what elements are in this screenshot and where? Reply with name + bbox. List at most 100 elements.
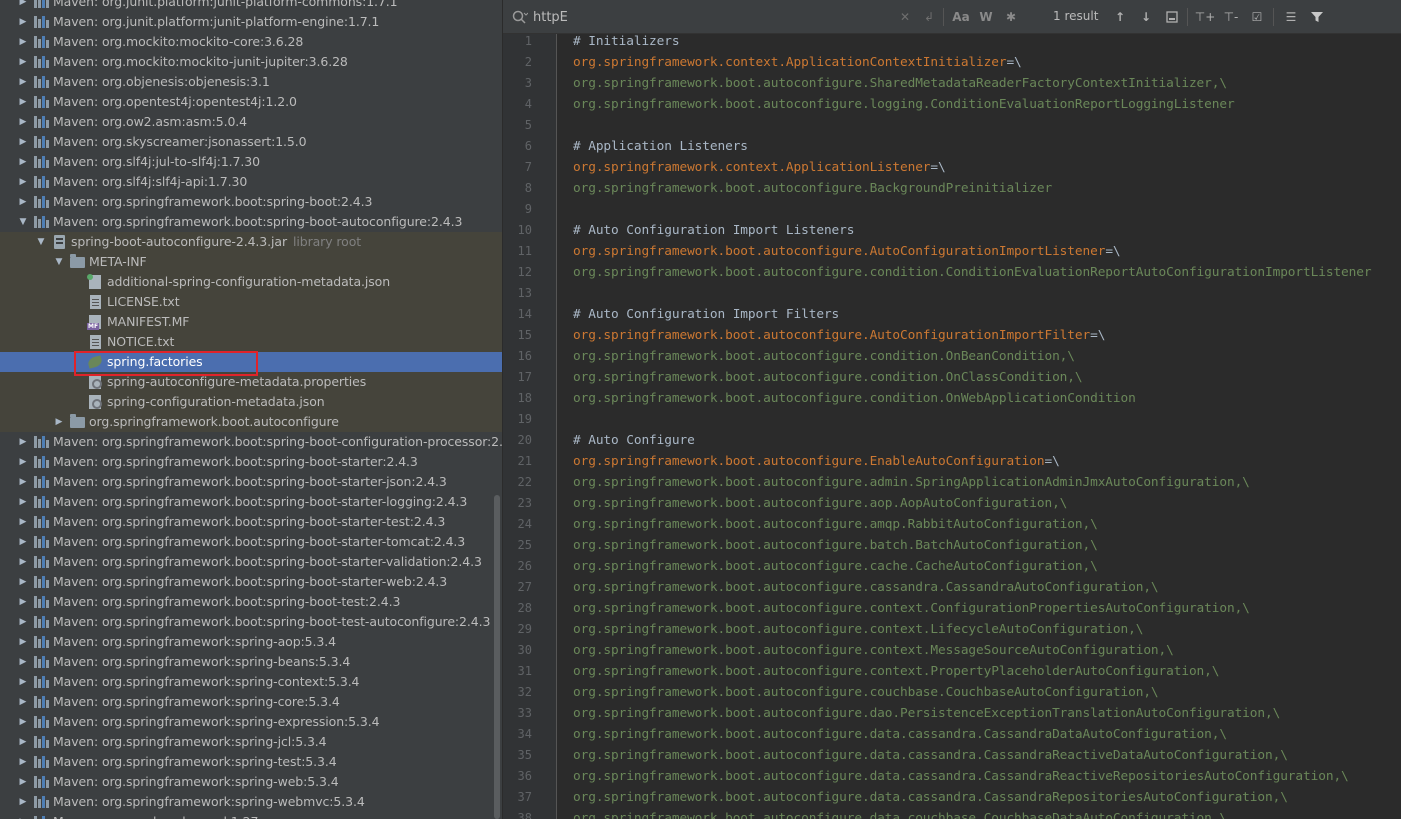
chevron-right-icon[interactable]: ▶ [18, 472, 28, 492]
whole-words-icon[interactable]: W [977, 8, 995, 26]
chevron-right-icon[interactable]: ▶ [18, 632, 28, 652]
chevron-right-icon[interactable]: ▶ [18, 812, 28, 819]
code-line: # Initializers [573, 31, 1371, 52]
tree-item[interactable]: ▶ Maven: org.springframework.boot:spring-… [0, 532, 502, 552]
select-all-icon[interactable] [1163, 8, 1181, 26]
chevron-right-icon[interactable]: ▶ [18, 112, 28, 132]
tree-item[interactable]: ▶ Maven: org.springframework.boot:spring-… [0, 432, 502, 452]
tree-item[interactable]: spring-autoconfigure-metadata.properties [0, 372, 502, 392]
tree-item[interactable]: additional-spring-configuration-metadata… [0, 272, 502, 292]
tree-item[interactable]: ▶ Maven: org.ow2.asm:asm:5.0.4 [0, 112, 502, 132]
chevron-right-icon[interactable]: ▶ [18, 732, 28, 752]
tree-item[interactable]: ▶ Maven: org.opentest4j:opentest4j:1.2.0 [0, 92, 502, 112]
chevron-right-icon[interactable]: ▶ [18, 552, 28, 572]
tree-item[interactable]: ▶ Maven: org.springframework.boot:spring-… [0, 192, 502, 212]
chevron-right-icon[interactable]: ▶ [18, 652, 28, 672]
tree-item[interactable]: spring-configuration-metadata.json [0, 392, 502, 412]
tree-item[interactable]: ▶ Maven: org.slf4j:slf4j-api:1.7.30 [0, 172, 502, 192]
chevron-right-icon[interactable]: ▶ [18, 32, 28, 52]
tree-item[interactable]: ▶ Maven: org.springframework:spring-core:… [0, 692, 502, 712]
chevron-down-icon[interactable]: ▼ [36, 232, 46, 252]
chevron-right-icon[interactable]: ▶ [18, 172, 28, 192]
tree-item[interactable]: ▼ META-INF [0, 252, 502, 272]
tree-item[interactable]: ▶ Maven: org.springframework.boot:spring-… [0, 492, 502, 512]
tree-item[interactable]: ▶ Maven: org.springframework:spring-web:5… [0, 772, 502, 792]
tree-item[interactable]: ▶ Maven: org.skyscreamer:jsonassert:1.5.0 [0, 132, 502, 152]
tree-item[interactable]: ▶ Maven: org.springframework:spring-jcl:5… [0, 732, 502, 752]
multi-line-icon[interactable]: ☰ [1281, 8, 1301, 26]
tree-item[interactable]: ▶ Maven: org.junit.platform:junit-platfor… [0, 12, 502, 32]
tree-item[interactable]: ▶ Maven: org.springframework:spring-conte… [0, 672, 502, 692]
chevron-right-icon[interactable]: ▶ [18, 712, 28, 732]
search-input[interactable] [533, 7, 883, 27]
tree-item[interactable]: ▶ Maven: org.mockito:mockito-junit-jupite… [0, 52, 502, 72]
tree-item[interactable]: ▶ Maven: org.springframework.boot:spring-… [0, 572, 502, 592]
tree-item[interactable]: LICENSE.txt [0, 292, 502, 312]
tree-item[interactable]: ▶ Maven: org.springframework:spring-expre… [0, 712, 502, 732]
chevron-right-icon[interactable]: ▶ [18, 492, 28, 512]
property-key: org.springframework.boot.autoconfigure.E… [573, 454, 1045, 469]
chevron-right-icon[interactable]: ▶ [18, 12, 28, 32]
tree-item[interactable]: ▼ spring-boot-autoconfigure-2.4.3.jar libr… [0, 232, 502, 252]
chevron-right-icon[interactable]: ▶ [18, 792, 28, 812]
chevron-right-icon[interactable]: ▶ [18, 0, 28, 12]
tree-item[interactable]: ▶ Maven: org.springframework:spring-aop:5… [0, 632, 502, 652]
add-selection-icon[interactable]: ⊤+ [1195, 8, 1216, 26]
chevron-right-icon[interactable]: ▶ [18, 572, 28, 592]
chevron-down-icon[interactable]: ▼ [18, 212, 28, 232]
operator: =\ [930, 160, 946, 175]
chevron-right-icon[interactable]: ▶ [18, 92, 28, 112]
tree-item[interactable]: ▶ Maven: org.junit.platform:junit-platfor… [0, 0, 502, 12]
chevron-right-icon[interactable]: ▶ [18, 692, 28, 712]
tree-item[interactable]: ▶ Maven: org.springframework.boot:spring-… [0, 592, 502, 612]
prev-occurrence-icon[interactable]: ↑ [1111, 8, 1129, 26]
tree-item[interactable]: ▶ Maven: org.springframework.boot:spring-… [0, 512, 502, 532]
tree-item-label: Maven: org.slf4j:slf4j-api:1.7.30 [53, 174, 248, 189]
chevron-right-icon[interactable]: ▶ [18, 672, 28, 692]
match-case-icon[interactable]: Aa [951, 8, 971, 26]
tree-item[interactable]: ▶ Maven: org.mockito:mockito-core:3.6.28 [0, 32, 502, 52]
chevron-right-icon[interactable]: ▶ [18, 52, 28, 72]
chevron-right-icon[interactable]: ▶ [18, 612, 28, 632]
tree-item[interactable]: ▶ Maven: org.springframework.boot:spring-… [0, 552, 502, 572]
tree-item[interactable]: MANIFEST.MF [0, 312, 502, 332]
remove-selection-icon[interactable]: ⊤- [1221, 8, 1241, 26]
chevron-right-icon[interactable]: ▶ [18, 192, 28, 212]
tree-item[interactable]: ▼ Maven: org.springframework.boot:spring-… [0, 212, 502, 232]
tree-item[interactable]: spring.factories [0, 352, 502, 372]
chevron-right-icon[interactable]: ▶ [18, 452, 28, 472]
tree-item[interactable]: ▶ Maven: org.springframework.boot:spring-… [0, 452, 502, 472]
tree-item[interactable]: NOTICE.txt [0, 332, 502, 352]
code-editor[interactable]: # Initializers org.springframework.contex… [573, 31, 1372, 819]
tree-item-label: Maven: org.springframework:spring-webmvc… [53, 794, 365, 809]
tree-item[interactable]: ▶ Maven: org.springframework:spring-test:… [0, 752, 502, 772]
tree-item[interactable]: ▶ Maven: org.springframework:spring-webmv… [0, 792, 502, 812]
chevron-right-icon[interactable]: ▶ [18, 512, 28, 532]
tree-item[interactable]: ▶ Maven: org.objenesis:objenesis:3.1 [0, 72, 502, 92]
regex-icon[interactable]: ✱ [1003, 8, 1019, 26]
select-all-occurrences-icon[interactable]: ☑ [1247, 8, 1267, 26]
chevron-right-icon[interactable]: ▶ [18, 752, 28, 772]
property-value: org.springframework.boot.autoconfigure.a… [573, 517, 1098, 532]
tree-item[interactable]: ▶ org.springframework.boot.autoconfigure [0, 412, 502, 432]
chevron-right-icon[interactable]: ▶ [18, 532, 28, 552]
tree-item[interactable]: ▶ Maven: org.springframework:spring-beans… [0, 652, 502, 672]
tree-item[interactable]: ▶ Maven: org.slf4j:jul-to-slf4j:1.7.30 [0, 152, 502, 172]
regex-history-icon[interactable]: ↲ [921, 8, 937, 26]
clear-icon[interactable]: ✕ [897, 8, 913, 26]
next-occurrence-icon[interactable]: ↓ [1137, 8, 1155, 26]
chevron-right-icon[interactable]: ▶ [18, 432, 28, 452]
search-icon[interactable] [509, 8, 531, 26]
tree-item[interactable]: ▶ Maven: org.yaml:snakeyaml:1.27 [0, 812, 502, 819]
chevron-right-icon[interactable]: ▶ [18, 152, 28, 172]
chevron-right-icon[interactable]: ▶ [18, 592, 28, 612]
chevron-right-icon[interactable]: ▶ [18, 772, 28, 792]
chevron-down-icon[interactable]: ▼ [54, 252, 64, 272]
chevron-right-icon[interactable]: ▶ [18, 72, 28, 92]
chevron-right-icon[interactable]: ▶ [18, 132, 28, 152]
folder-icon [69, 253, 85, 270]
tree-item[interactable]: ▶ Maven: org.springframework.boot:spring-… [0, 612, 502, 632]
chevron-right-icon[interactable]: ▶ [54, 412, 64, 432]
tree-item[interactable]: ▶ Maven: org.springframework.boot:spring-… [0, 472, 502, 492]
filter-icon[interactable] [1307, 8, 1327, 26]
